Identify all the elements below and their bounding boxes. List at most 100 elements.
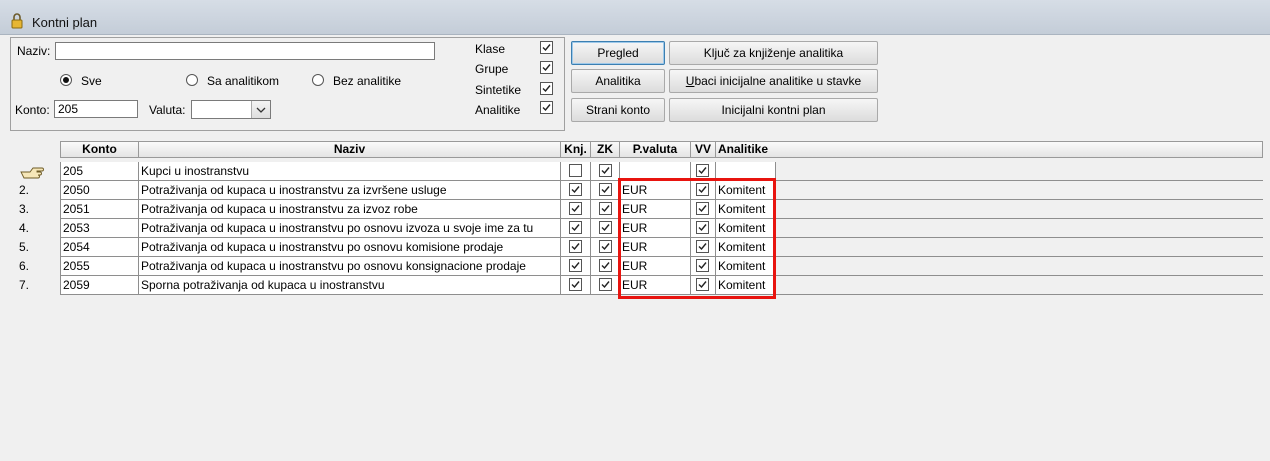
cell-konto[interactable]: 2050 <box>60 181 139 200</box>
header-konto[interactable]: Konto <box>60 141 139 158</box>
cell-zk[interactable] <box>591 200 620 219</box>
vv-checkbox[interactable] <box>696 259 709 272</box>
cell-vv[interactable] <box>691 181 716 200</box>
cell-konto[interactable]: 2054 <box>60 238 139 257</box>
vv-checkbox[interactable] <box>696 278 709 291</box>
knj-checkbox[interactable] <box>569 240 582 253</box>
naziv-input[interactable] <box>55 42 435 60</box>
zk-checkbox[interactable] <box>599 221 612 234</box>
cell-analitike[interactable]: Komitent <box>716 238 776 257</box>
grupe-checkbox[interactable] <box>540 61 553 74</box>
cell-analitike[interactable]: Komitent <box>716 200 776 219</box>
knj-checkbox[interactable] <box>569 183 582 196</box>
header-naziv[interactable]: Naziv <box>139 141 561 158</box>
table-row[interactable]: 205 Kupci u inostranstvu <box>15 162 1263 181</box>
zk-checkbox[interactable] <box>599 183 612 196</box>
header-zk[interactable]: ZK <box>591 141 620 158</box>
row-indicator[interactable]: 2. <box>15 181 59 200</box>
sintetike-checkbox[interactable] <box>540 82 553 95</box>
vv-checkbox[interactable] <box>696 202 709 215</box>
pregled-button[interactable]: Pregled <box>571 41 665 65</box>
cell-knj[interactable] <box>561 162 591 181</box>
header-pvaluta[interactable]: P.valuta <box>620 141 691 158</box>
cell-analitike[interactable] <box>716 162 776 181</box>
cell-pvaluta[interactable] <box>620 162 691 181</box>
zk-checkbox[interactable] <box>599 259 612 272</box>
knj-checkbox[interactable] <box>569 221 582 234</box>
row-indicator[interactable]: 7. <box>15 276 59 295</box>
cell-analitike[interactable]: Komitent <box>716 276 776 295</box>
cell-konto[interactable]: 2053 <box>60 219 139 238</box>
cell-vv[interactable] <box>691 238 716 257</box>
cell-knj[interactable] <box>561 238 591 257</box>
cell-pvaluta[interactable]: EUR <box>620 276 691 295</box>
valuta-select[interactable] <box>191 100 271 119</box>
cell-knj[interactable] <box>561 219 591 238</box>
cell-konto[interactable]: 205 <box>60 162 139 181</box>
strani-konto-button[interactable]: Strani konto <box>571 98 665 122</box>
table-row[interactable]: 7. 2059 Sporna potraživanja od kupaca u in… <box>15 276 1263 295</box>
cell-knj[interactable] <box>561 200 591 219</box>
table-row[interactable]: 6. 2055 Potraživanja od kupaca u inostrans… <box>15 257 1263 276</box>
knj-checkbox[interactable] <box>569 259 582 272</box>
row-indicator[interactable]: 6. <box>15 257 59 276</box>
cell-naziv[interactable]: Potraživanja od kupaca u inostranstvu za… <box>139 200 561 219</box>
cell-konto[interactable]: 2055 <box>60 257 139 276</box>
cell-vv[interactable] <box>691 200 716 219</box>
radio-sa-analitikom[interactable] <box>186 74 198 86</box>
row-indicator[interactable] <box>15 162 59 181</box>
cell-analitike[interactable]: Komitent <box>716 257 776 276</box>
row-indicator[interactable]: 3. <box>15 200 59 219</box>
cell-vv[interactable] <box>691 162 716 181</box>
cell-vv[interactable] <box>691 219 716 238</box>
header-vv[interactable]: VV <box>691 141 716 158</box>
konto-input[interactable] <box>54 100 138 118</box>
cell-naziv[interactable]: Potraživanja od kupaca u inostranstvu po… <box>139 257 561 276</box>
ubaci-analitike-button[interactable]: Ubaci inicijalne analitike u stavke <box>669 69 878 93</box>
zk-checkbox[interactable] <box>599 164 612 177</box>
cell-pvaluta[interactable]: EUR <box>620 257 691 276</box>
cell-analitike[interactable]: Komitent <box>716 181 776 200</box>
cell-zk[interactable] <box>591 162 620 181</box>
cell-analitike[interactable]: Komitent <box>716 219 776 238</box>
zk-checkbox[interactable] <box>599 240 612 253</box>
analitike-checkbox[interactable] <box>540 101 553 114</box>
cell-vv[interactable] <box>691 276 716 295</box>
cell-naziv[interactable]: Sporna potraživanja od kupaca u inostran… <box>139 276 561 295</box>
cell-naziv[interactable]: Potraživanja od kupaca u inostranstvu po… <box>139 219 561 238</box>
table-row[interactable]: 3. 2051 Potraživanja od kupaca u inostrans… <box>15 200 1263 219</box>
knj-checkbox[interactable] <box>569 164 582 177</box>
cell-zk[interactable] <box>591 219 620 238</box>
cell-knj[interactable] <box>561 181 591 200</box>
cell-konto[interactable]: 2051 <box>60 200 139 219</box>
chevron-down-icon[interactable] <box>251 101 270 118</box>
row-indicator[interactable]: 4. <box>15 219 59 238</box>
radio-sve[interactable] <box>60 74 72 86</box>
inicijalni-kontni-plan-button[interactable]: Inicijalni kontni plan <box>669 98 878 122</box>
analitika-button[interactable]: Analitika <box>571 69 665 93</box>
knj-checkbox[interactable] <box>569 202 582 215</box>
cell-vv[interactable] <box>691 257 716 276</box>
cell-zk[interactable] <box>591 238 620 257</box>
cell-pvaluta[interactable]: EUR <box>620 181 691 200</box>
vv-checkbox[interactable] <box>696 164 709 177</box>
vv-checkbox[interactable] <box>696 183 709 196</box>
kljuc-knjizenje-button[interactable]: Ključ za knjiženje analitika <box>669 41 878 65</box>
cell-zk[interactable] <box>591 276 620 295</box>
cell-zk[interactable] <box>591 181 620 200</box>
zk-checkbox[interactable] <box>599 202 612 215</box>
header-analitike[interactable]: Analitike <box>716 141 1263 158</box>
cell-knj[interactable] <box>561 257 591 276</box>
cell-knj[interactable] <box>561 276 591 295</box>
table-row[interactable]: 4. 2053 Potraživanja od kupaca u inostrans… <box>15 219 1263 238</box>
vv-checkbox[interactable] <box>696 221 709 234</box>
table-row[interactable]: 2. 2050 Potraživanja od kupaca u inostrans… <box>15 181 1263 200</box>
cell-naziv[interactable]: Potraživanja od kupaca u inostranstvu za… <box>139 181 561 200</box>
table-row[interactable]: 5. 2054 Potraživanja od kupaca u inostrans… <box>15 238 1263 257</box>
knj-checkbox[interactable] <box>569 278 582 291</box>
header-knj[interactable]: Knj. <box>561 141 591 158</box>
zk-checkbox[interactable] <box>599 278 612 291</box>
cell-pvaluta[interactable]: EUR <box>620 200 691 219</box>
cell-konto[interactable]: 2059 <box>60 276 139 295</box>
klase-checkbox[interactable] <box>540 41 553 54</box>
